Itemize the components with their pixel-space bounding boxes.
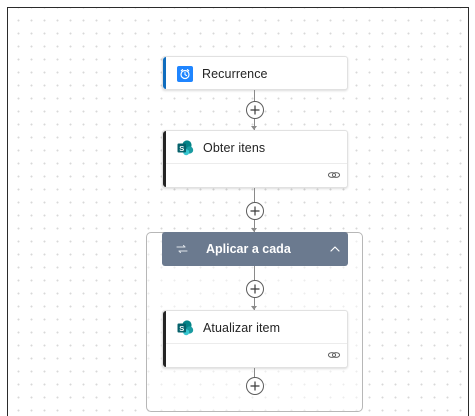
card-header: S Atualizar item — [177, 311, 280, 345]
scope-title: Aplicar a cada — [206, 242, 291, 256]
insert-step-button[interactable] — [246, 101, 264, 119]
card-header: S Obter itens — [177, 131, 265, 165]
designer-canvas[interactable]: Recurrence S Obter itens Aplicar a cada … — [7, 7, 469, 416]
insert-step-button[interactable] — [246, 280, 264, 298]
svg-text:S: S — [179, 144, 184, 153]
insert-step-button[interactable] — [246, 377, 264, 395]
card-accent — [163, 57, 166, 89]
insert-step-button[interactable] — [246, 202, 264, 220]
sharepoint-icon: S — [177, 140, 194, 156]
card-header: Recurrence — [177, 57, 268, 91]
update-item-action-card[interactable]: S Atualizar item — [162, 310, 348, 368]
plus-icon — [250, 206, 260, 216]
card-title: Atualizar item — [203, 321, 281, 335]
plus-icon — [250, 284, 260, 294]
recurrence-trigger-card[interactable]: Recurrence — [162, 56, 348, 90]
chevron-up-icon[interactable] — [330, 246, 340, 252]
svg-text:S: S — [179, 324, 184, 333]
sharepoint-icon: S — [177, 320, 194, 336]
card-title: Obter itens — [203, 141, 266, 155]
card-footer — [166, 163, 347, 187]
plus-icon — [250, 105, 260, 115]
get-items-action-card[interactable]: S Obter itens — [162, 130, 348, 188]
clock-icon — [177, 66, 193, 82]
link-icon[interactable] — [327, 350, 341, 360]
link-icon[interactable] — [327, 170, 341, 180]
card-footer — [166, 343, 347, 367]
plus-icon — [250, 381, 260, 391]
card-title: Recurrence — [202, 67, 268, 81]
loop-icon — [176, 244, 188, 254]
apply-to-each-header[interactable]: Aplicar a cada — [162, 232, 348, 266]
